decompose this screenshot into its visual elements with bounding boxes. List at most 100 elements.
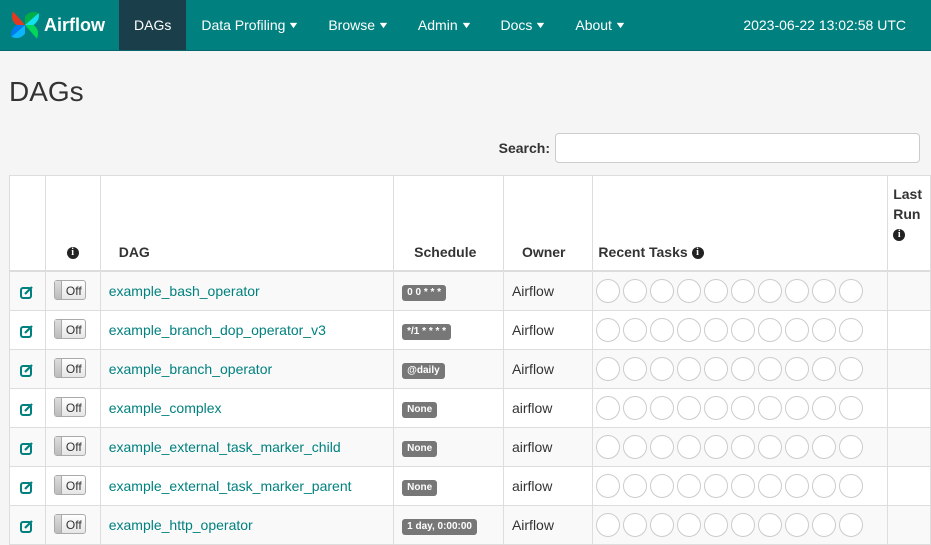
schedule-badge[interactable]: None [402, 440, 438, 457]
header-owner[interactable]: Owner [502, 175, 594, 272]
task-state-circle[interactable] [596, 357, 621, 381]
task-state-circle[interactable] [758, 396, 783, 420]
nav-data-profiling[interactable]: Data Profiling ▼ [186, 0, 313, 50]
edit-icon[interactable] [20, 480, 34, 495]
task-state-circle[interactable] [785, 474, 810, 498]
schedule-badge[interactable]: */1 * * * * [402, 323, 452, 340]
task-state-circle[interactable] [704, 357, 729, 381]
edit-icon[interactable] [20, 441, 34, 456]
task-state-circle[interactable] [731, 435, 756, 459]
task-state-circle[interactable] [650, 357, 675, 381]
task-state-circle[interactable] [785, 513, 810, 537]
brand-logo[interactable]: Airflow [0, 0, 119, 50]
task-state-circle[interactable] [731, 474, 756, 498]
nav-docs[interactable]: Docs ▼ [486, 0, 561, 50]
task-state-circle[interactable] [785, 396, 810, 420]
task-state-circle[interactable] [596, 435, 621, 459]
dag-link[interactable]: example_branch_operator [101, 361, 272, 377]
task-state-circle[interactable] [758, 318, 783, 342]
task-state-circle[interactable] [839, 357, 864, 381]
task-state-circle[interactable] [731, 357, 756, 381]
task-state-circle[interactable] [623, 357, 648, 381]
task-state-circle[interactable] [839, 474, 864, 498]
dag-link[interactable]: example_complex [101, 400, 222, 416]
task-state-circle[interactable] [677, 474, 702, 498]
info-icon[interactable]: i [691, 247, 704, 260]
task-state-circle[interactable] [785, 357, 810, 381]
search-input[interactable] [555, 133, 920, 163]
task-state-circle[interactable] [839, 396, 864, 420]
task-state-circle[interactable] [812, 474, 837, 498]
task-state-circle[interactable] [731, 396, 756, 420]
task-state-circle[interactable] [812, 513, 837, 537]
schedule-badge[interactable]: 0 0 * * * [402, 284, 447, 301]
task-state-circle[interactable] [812, 357, 837, 381]
header-schedule[interactable]: Schedule [393, 175, 504, 272]
dag-link[interactable]: example_external_task_marker_parent [101, 478, 352, 494]
task-state-circle[interactable] [704, 474, 729, 498]
nav-about[interactable]: About ▼ [560, 0, 640, 50]
task-state-circle[interactable] [758, 435, 783, 459]
task-state-circle[interactable] [596, 279, 621, 303]
task-state-circle[interactable] [677, 279, 702, 303]
task-state-circle[interactable] [704, 435, 729, 459]
schedule-badge[interactable]: 1 day, 0:00:00 [402, 518, 477, 535]
task-state-circle[interactable] [596, 396, 621, 420]
dag-pause-toggle[interactable]: Off [53, 318, 86, 339]
dag-pause-toggle[interactable]: Off [53, 435, 86, 456]
task-state-circle[interactable] [812, 318, 837, 342]
task-state-circle[interactable] [839, 279, 864, 303]
task-state-circle[interactable] [596, 513, 621, 537]
info-icon[interactable]: i [893, 229, 906, 242]
dag-pause-toggle[interactable]: Off [53, 474, 86, 495]
nav-admin[interactable]: Admin ▼ [403, 0, 486, 50]
task-state-circle[interactable] [623, 279, 648, 303]
task-state-circle[interactable] [785, 279, 810, 303]
task-state-circle[interactable] [785, 318, 810, 342]
nav-browse[interactable]: Browse ▼ [313, 0, 403, 50]
task-state-circle[interactable] [596, 318, 621, 342]
edit-icon[interactable] [20, 402, 34, 417]
task-state-circle[interactable] [677, 357, 702, 381]
task-state-circle[interactable] [677, 396, 702, 420]
task-state-circle[interactable] [677, 435, 702, 459]
task-state-circle[interactable] [623, 396, 648, 420]
task-state-circle[interactable] [839, 513, 864, 537]
task-state-circle[interactable] [812, 396, 837, 420]
task-state-circle[interactable] [758, 513, 783, 537]
task-state-circle[interactable] [704, 318, 729, 342]
task-state-circle[interactable] [623, 513, 648, 537]
task-state-circle[interactable] [758, 357, 783, 381]
edit-icon[interactable] [20, 363, 34, 378]
task-state-circle[interactable] [731, 513, 756, 537]
task-state-circle[interactable] [758, 474, 783, 498]
task-state-circle[interactable] [839, 318, 864, 342]
task-state-circle[interactable] [650, 435, 675, 459]
nav-dags[interactable]: DAGs [119, 0, 187, 50]
header-dag[interactable]: DAG [99, 175, 395, 272]
task-state-circle[interactable] [731, 318, 756, 342]
task-state-circle[interactable] [839, 435, 864, 459]
dag-pause-toggle[interactable]: Off [53, 357, 86, 378]
task-state-circle[interactable] [650, 279, 675, 303]
task-state-circle[interactable] [812, 279, 837, 303]
edit-icon[interactable] [20, 519, 34, 534]
task-state-circle[interactable] [812, 435, 837, 459]
edit-icon[interactable] [20, 324, 34, 339]
task-state-circle[interactable] [704, 279, 729, 303]
task-state-circle[interactable] [623, 435, 648, 459]
schedule-badge[interactable]: @daily [402, 362, 445, 379]
task-state-circle[interactable] [731, 279, 756, 303]
schedule-badge[interactable]: None [402, 401, 438, 418]
task-state-circle[interactable] [704, 396, 729, 420]
task-state-circle[interactable] [623, 474, 648, 498]
edit-icon[interactable] [20, 285, 34, 300]
schedule-badge[interactable]: None [402, 479, 438, 496]
dag-link[interactable]: example_branch_dop_operator_v3 [101, 322, 326, 338]
dag-link[interactable]: example_external_task_marker_child [101, 439, 341, 455]
task-state-circle[interactable] [650, 513, 675, 537]
task-state-circle[interactable] [677, 318, 702, 342]
task-state-circle[interactable] [650, 396, 675, 420]
task-state-circle[interactable] [596, 474, 621, 498]
dag-link[interactable]: example_bash_operator [101, 283, 260, 299]
